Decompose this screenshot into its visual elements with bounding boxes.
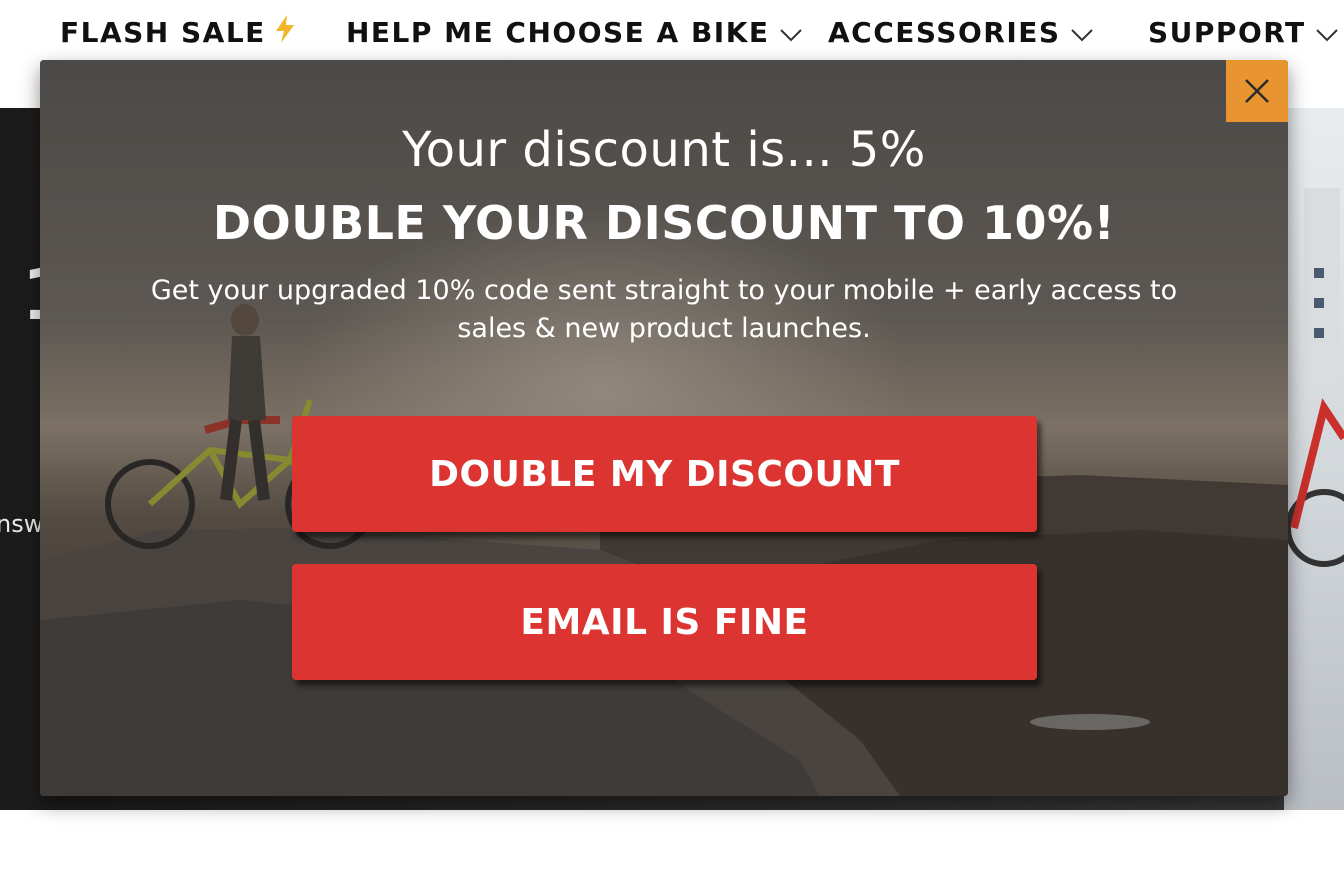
nav-label: ACCESSORIES	[828, 15, 1061, 49]
hero-text-fragment: nsw	[0, 510, 44, 538]
top-navigation: FLASH SALE HELP ME CHOOSE A BIKE ACCESSO…	[0, 0, 1344, 62]
discount-headline: DOUBLE YOUR DISCOUNT TO 10%!	[212, 196, 1116, 250]
hero-bike-image	[1284, 108, 1344, 810]
chevron-down-icon	[779, 16, 802, 49]
nav-item-flash-sale[interactable]: FLASH SALE	[60, 12, 296, 52]
discount-modal: Your discount is... 5% DOUBLE YOUR DISCO…	[40, 60, 1288, 796]
nav-label: FLASH SALE	[60, 15, 266, 49]
nav-label: SUPPORT	[1148, 15, 1306, 49]
nav-item-help-me-choose[interactable]: HELP ME CHOOSE A BIKE	[346, 12, 802, 52]
lightning-icon	[274, 14, 296, 51]
discount-subheadline: Your discount is... 5%	[402, 122, 926, 178]
nav-item-support[interactable]: SUPPORT	[1148, 12, 1338, 52]
nav-label: HELP ME CHOOSE A BIKE	[346, 15, 770, 49]
double-my-discount-button[interactable]: DOUBLE MY DISCOUNT	[292, 416, 1037, 532]
close-icon	[1245, 79, 1269, 103]
email-is-fine-button[interactable]: EMAIL IS FINE	[292, 564, 1037, 680]
chevron-down-icon	[1315, 16, 1338, 49]
discount-description: Get your upgraded 10% code sent straight…	[150, 275, 1178, 344]
nav-item-accessories[interactable]: ACCESSORIES	[828, 12, 1093, 52]
chevron-down-icon	[1070, 16, 1093, 49]
close-button[interactable]	[1226, 60, 1288, 122]
